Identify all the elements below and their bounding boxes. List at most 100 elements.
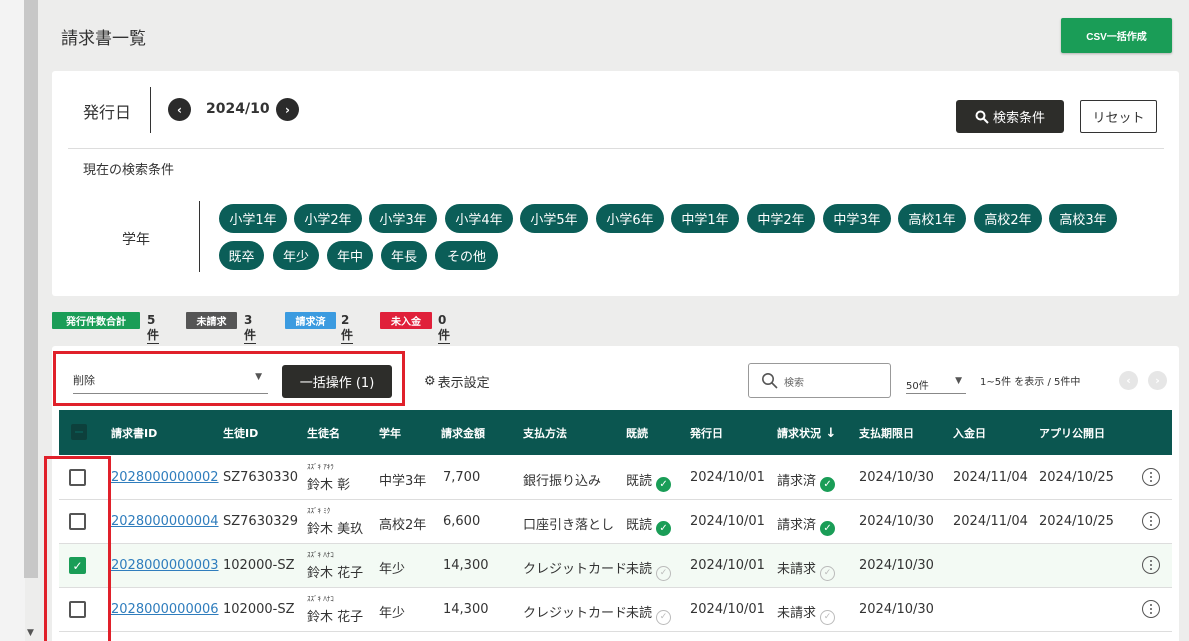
divider [150,87,151,133]
check-outline-icon: ✓ [820,609,836,625]
grade-chip[interactable]: 中学3年 [823,204,891,233]
invoice-id-link[interactable]: 2028000000004 [111,514,219,529]
student-name-kana: ｽｽﾞｷ ﾊﾅｺ [307,595,334,603]
issue-date-cell: 2024/10/01 [690,558,765,573]
summary-badge: 未請求 [186,312,237,329]
summary-badge: 請求済 [285,312,336,329]
per-page-value: 50件 [906,381,929,392]
amount-cell: 14,300 [443,602,489,617]
check-circle-icon: ✓ [656,521,672,536]
grade-cell: 中学3年 [379,474,427,489]
grade-chip[interactable]: 小学1年 [219,204,287,233]
more-options-icon[interactable] [1142,600,1160,618]
column-header[interactable]: 請求状況 ↓ [777,425,836,441]
column-header[interactable]: 入金日 [953,425,986,441]
payment-method-cell: クレジットカード [523,562,628,577]
check-circle-icon: ✓ [820,521,836,536]
summary-count[interactable]: 2件 [341,313,353,344]
next-page-button[interactable]: › [1148,371,1167,390]
csv-bulk-create-button[interactable]: CSV一括作成 [1061,18,1172,53]
check-circle-icon: ✓ [656,477,672,492]
grade-cell: 年少 [379,562,406,577]
payment-method-cell: 銀行振り込み [523,474,602,489]
student-name-kana: ｽｽﾞｷ ﾊﾅｺ [307,551,334,559]
search-conditions-button[interactable]: 検索条件 [956,100,1064,133]
billing-status-cell: 未請求 ✓ [777,558,836,581]
grade-chip[interactable]: 既卒 [219,241,264,270]
issue-date-cell: 2024/10/01 [690,470,765,485]
summary-badge: 発行件数合計 [52,312,140,329]
display-settings-button[interactable]: ⚙ 表示設定 [424,372,490,391]
grade-chip[interactable]: 高校1年 [898,204,966,233]
grade-chip[interactable]: 小学3年 [369,204,437,233]
current-conditions-label: 現在の検索条件 [83,163,175,178]
grade-chip[interactable]: その他 [435,241,498,270]
column-header[interactable]: 学年 [379,425,401,441]
column-header[interactable]: 請求金額 [441,425,485,441]
grade-chip[interactable]: 中学2年 [747,204,815,233]
read-status-cell: 未読 ✓ [626,558,672,581]
search-conditions-label: 検索条件 [992,111,1045,126]
column-header[interactable]: 生徒名 [307,425,340,441]
prev-month-button[interactable]: ‹ [168,98,191,121]
summary-count[interactable]: 3件 [244,313,256,344]
more-options-icon[interactable] [1142,468,1160,486]
student-id: SZ7630330 [223,470,299,485]
grade-chip[interactable]: 年少 [273,241,319,270]
page-scrollbar[interactable]: ▼ [0,0,38,641]
reset-button[interactable]: リセット [1080,100,1157,133]
column-header[interactable]: 支払方法 [523,425,567,441]
invoice-id-link[interactable]: 2028000000006 [111,602,219,617]
current-month: 2024/10 [206,101,270,117]
column-header[interactable]: 既読 [626,425,648,441]
grade-chip[interactable]: 年長 [381,241,427,270]
invoice-id-link[interactable]: 2028000000002 [111,470,219,485]
more-options-icon[interactable] [1142,512,1160,530]
grade-chip[interactable]: 高校2年 [974,204,1042,233]
grade-label: 学年 [122,232,150,248]
payment-method-cell: クレジットカード [523,606,628,621]
chevron-down-icon: ▼ [955,376,962,386]
prev-page-button[interactable]: ‹ [1119,371,1138,390]
student-name: 鈴木 花子 [307,610,364,625]
select-all-checkbox[interactable] [71,424,87,440]
more-options-icon[interactable] [1142,556,1160,574]
summary-count[interactable]: 5件 [147,313,159,344]
table-search-input[interactable]: 検索 [748,363,891,398]
column-header[interactable]: アプリ公開日 [1039,425,1105,441]
summary-count[interactable]: 0件 [438,313,450,344]
issue-date-cell: 2024/10/01 [690,514,765,529]
column-header[interactable]: 発行日 [690,425,723,441]
table-row[interactable]: 2028000000004 SZ7630329 ｽｽﾞｷ ﾐｸ 鈴木 美玖 高校2年 6,… [59,500,1172,544]
column-header[interactable]: 請求書ID [111,425,157,441]
billing-status-cell: 請求済 ✓ [777,470,836,492]
due-date-cell: 2024/10/30 [859,514,934,529]
grade-chip[interactable]: 小学4年 [445,204,513,233]
student-name: 鈴木 花子 [307,566,364,581]
read-status-cell: 既読 ✓ [626,514,672,536]
student-name-kana: ｽｽﾞｷ ﾐｸ [307,507,331,515]
grade-chip[interactable]: 中学1年 [671,204,739,233]
scrollbar-thumb[interactable] [24,0,38,578]
scroll-down-icon[interactable]: ▼ [27,628,34,638]
table-row[interactable]: 2028000000006 102000-SZ ｽｽﾞｷ ﾊﾅｺ 鈴木 花子 年少 14,… [59,588,1172,632]
amount-cell: 6,600 [443,514,481,529]
grade-chip[interactable]: 小学5年 [520,204,588,233]
amount-cell: 14,300 [443,558,489,573]
invoice-id-link[interactable]: 2028000000003 [111,558,219,573]
grade-chip[interactable]: 高校3年 [1049,204,1117,233]
per-page-select[interactable]: 50件 ▼ [906,372,966,394]
grade-chip[interactable]: 小学2年 [294,204,362,233]
table-row[interactable]: ✓ 2028000000003 102000-SZ ｽｽﾞｷ ﾊﾅｺ 鈴木 花子 年少 14… [59,544,1172,588]
grade-chip[interactable]: 小学6年 [596,204,664,233]
grade-chip[interactable]: 年中 [327,241,373,270]
check-outline-icon: ✓ [820,565,836,581]
column-header[interactable]: 支払期限日 [859,425,914,441]
sort-desc-icon[interactable]: ↓ [821,426,837,441]
next-month-button[interactable]: › [276,98,299,121]
table-header: 請求書ID 生徒ID 生徒名 学年 請求金額 支払方法 既読 発行日 請求状況 ↓ 支払期限日 入金… [59,410,1172,455]
column-header[interactable]: 生徒ID [223,425,258,441]
table-row[interactable]: 2028000000002 SZ7630330 ｽｽﾞｷ ｱｷﾗ 鈴木 彰 中学3年 7,… [59,456,1172,500]
search-icon [975,110,989,124]
app-publish-date-cell: 2024/10/25 [1039,470,1114,485]
